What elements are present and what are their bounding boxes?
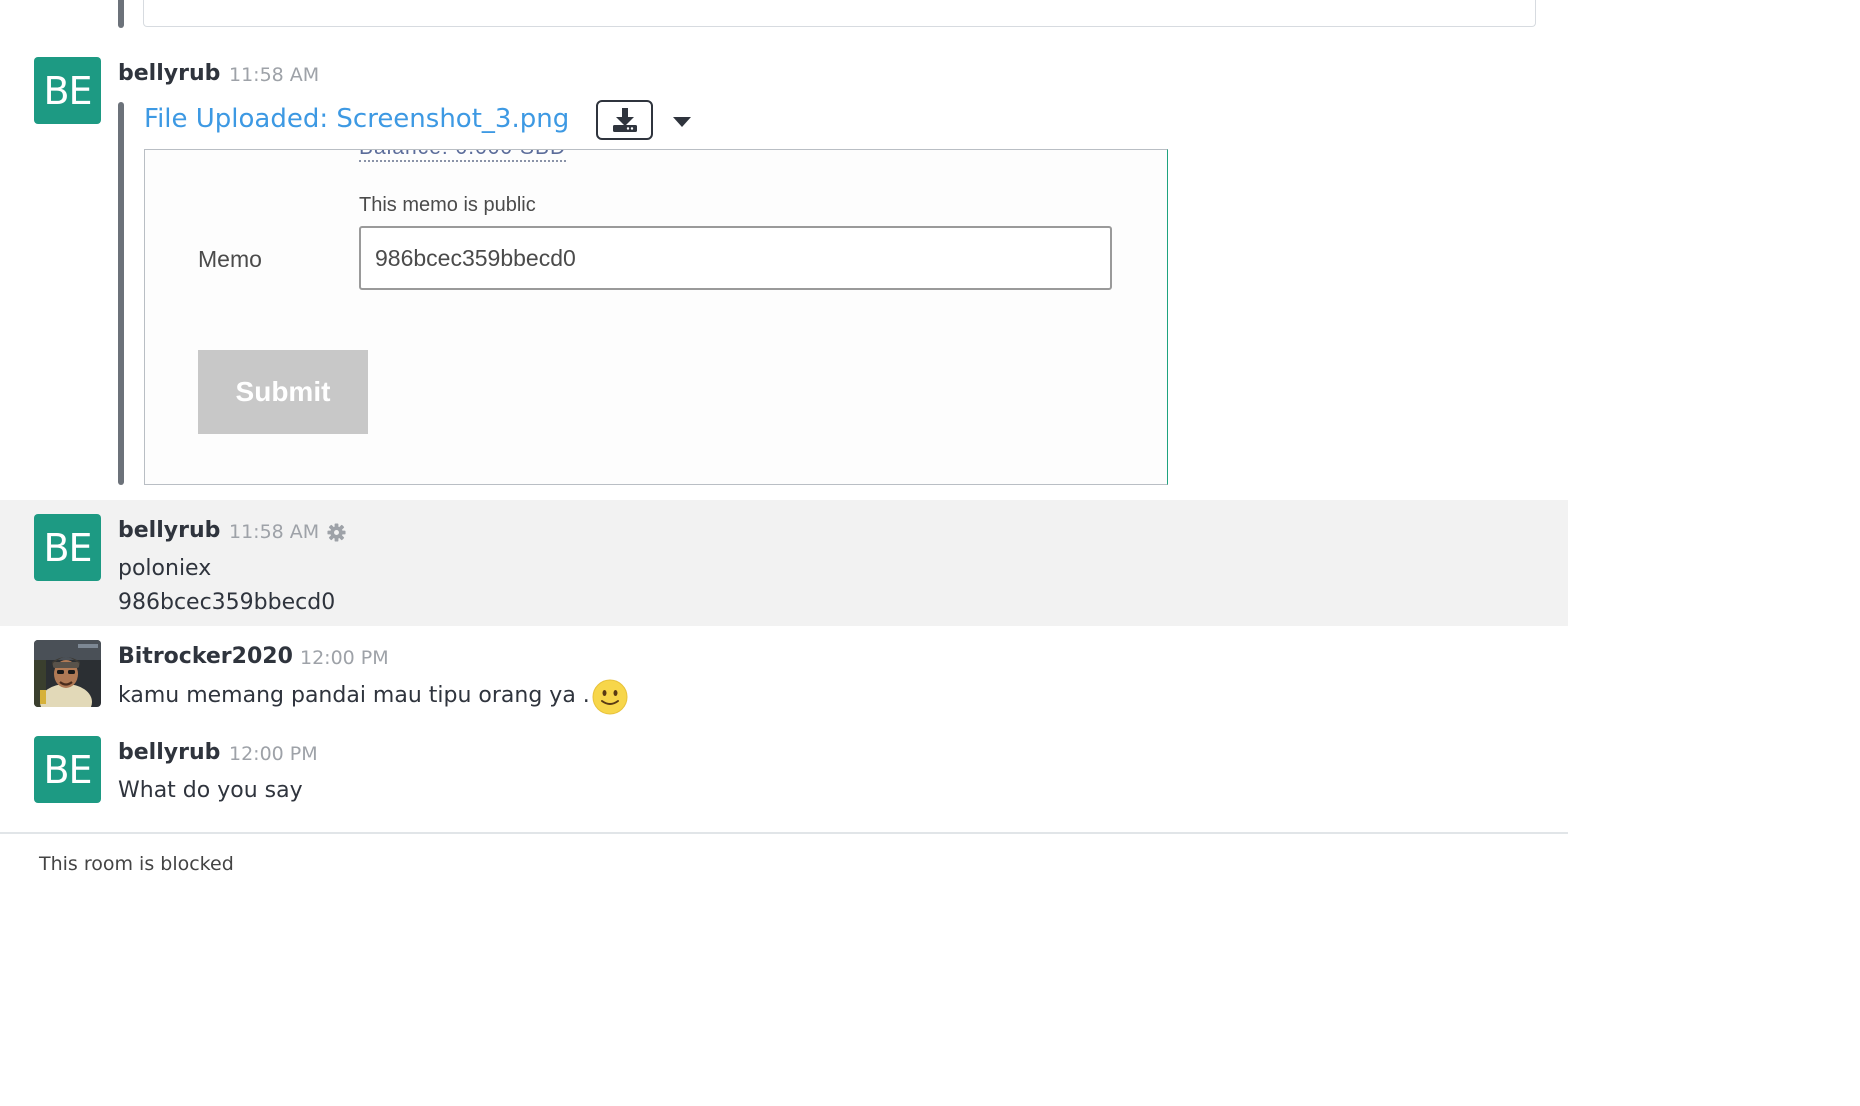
message-timestamp: 11:58 AM	[229, 521, 320, 543]
avatar[interactable]: BE	[34, 57, 101, 124]
avatar[interactable]: BE	[34, 736, 101, 803]
download-button[interactable]	[596, 100, 653, 140]
image-balance-text: Balance: 0.000 SBD	[359, 150, 567, 162]
caret-down-icon	[673, 117, 691, 127]
image-memo-field: 986bcec359bbecd0	[359, 226, 1112, 290]
previous-attachment-bar	[118, 0, 124, 28]
user-photo-icon	[34, 640, 101, 707]
message-text: kamu memang pandai mau tipu orang ya .	[118, 683, 590, 708]
image-memo-hint: This memo is public	[359, 194, 536, 216]
message-username[interactable]: Bitrocker2020	[118, 644, 293, 669]
slightly-smiling-face-icon	[592, 679, 628, 715]
message-username[interactable]: bellyrub	[118, 740, 220, 765]
message-username[interactable]: bellyrub	[118, 518, 220, 543]
attachment-bar	[118, 102, 124, 485]
message-timestamp: 12:00 PM	[229, 743, 318, 765]
attachment-title-link[interactable]: File Uploaded: Screenshot_3.png	[144, 104, 569, 134]
attachment-image-preview[interactable]: Balance: 0.000 SBD This memo is public M…	[144, 149, 1168, 485]
attachment-menu-button[interactable]	[668, 110, 696, 134]
room-blocked-notice: This room is blocked	[39, 853, 234, 875]
message-username[interactable]: bellyrub	[118, 61, 220, 86]
message-timestamp: 12:00 PM	[300, 647, 389, 669]
image-memo-label: Memo	[198, 246, 262, 272]
download-icon	[612, 108, 637, 132]
avatar-photo[interactable]	[34, 640, 101, 707]
image-submit-button: Submit	[198, 350, 368, 434]
message-text: What do you say	[118, 778, 303, 803]
previous-attachment-preview[interactable]	[143, 0, 1536, 27]
message-timestamp: 11:58 AM	[229, 64, 320, 86]
message-text-line: poloniex	[118, 556, 212, 581]
composer-divider	[0, 832, 1568, 834]
message-text-line: 986bcec359bbecd0	[118, 590, 336, 615]
gear-icon	[327, 523, 346, 542]
avatar[interactable]: BE	[34, 514, 101, 581]
